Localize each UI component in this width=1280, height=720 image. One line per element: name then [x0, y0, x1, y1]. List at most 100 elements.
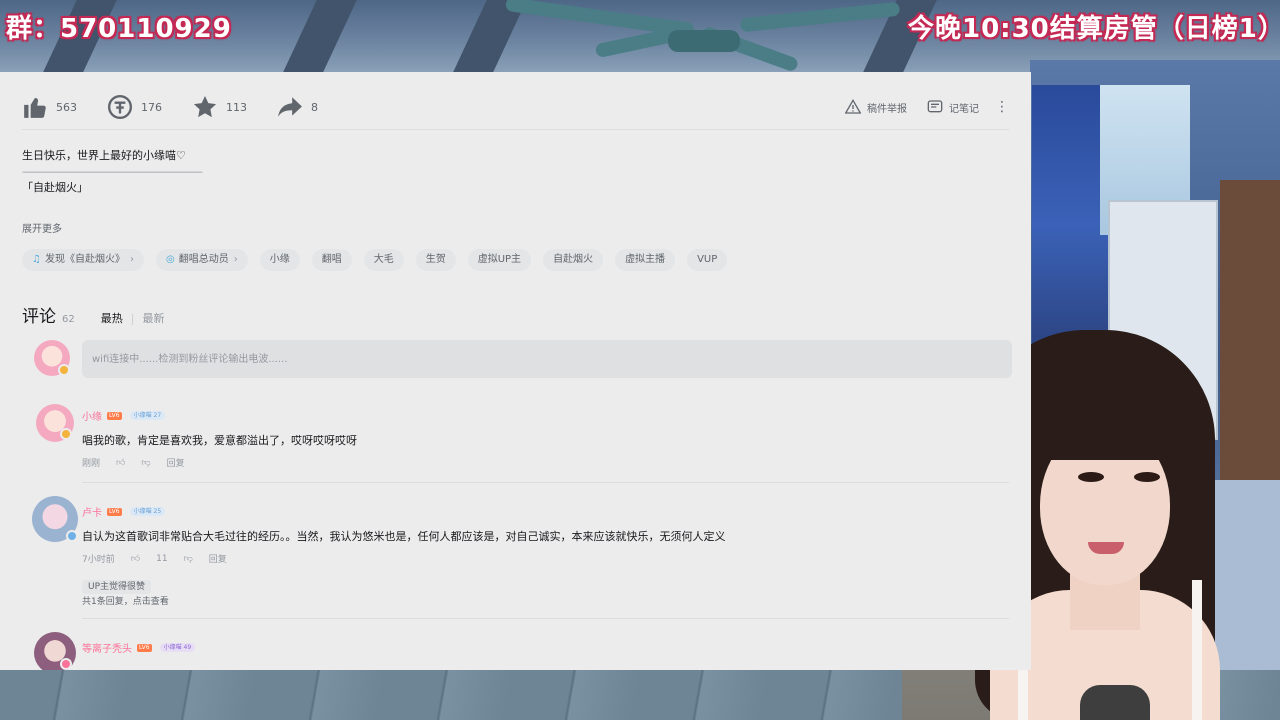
level-badge: LV6 — [107, 411, 122, 420]
comment-input[interactable] — [82, 340, 1012, 378]
thumbs-down-icon[interactable]: 👎︎ — [184, 554, 193, 564]
share-arrow-icon — [278, 97, 302, 117]
streamer-eye — [1078, 472, 1104, 482]
comment-sort: 最热 | 最新 — [101, 310, 165, 326]
chevron-right-icon: › — [129, 254, 134, 265]
commenter-name[interactable]: 等离子秃头 — [82, 640, 132, 655]
video-page-panel: 563 176 113 8 稿件举报 记笔记 ⋮ 生日快乐，世界上最好的小缘喵♡… — [0, 72, 1031, 670]
video-action-bar: 563 176 113 8 稿件举报 记笔记 ⋮ — [22, 94, 1009, 120]
reply-button[interactable]: 回复 — [209, 552, 227, 565]
group-number-overlay: 群：570110929 — [6, 14, 232, 44]
tag[interactable]: 虚拟UP主 — [467, 249, 532, 271]
up-liked-badge: UP主觉得很赞 — [82, 580, 152, 594]
comment-text: 唱我的歌，肯定是喜欢我，爱意都溢出了，哎呀哎呀哎呀 — [82, 434, 357, 447]
thumbs-up-icon[interactable]: 👍︎ — [116, 458, 125, 468]
coin-count: 176 — [141, 100, 162, 114]
notes-button[interactable]: 记笔记 — [927, 99, 979, 115]
notes-label: 记笔记 — [949, 103, 979, 115]
fan-medal: 小缘喵 25 — [129, 507, 166, 516]
commenter-name[interactable]: 卢卡 — [82, 504, 102, 519]
thumbs-up-icon[interactable]: 👍︎ — [131, 554, 140, 564]
ceiling-fan-blade — [739, 1, 901, 33]
tag[interactable]: 自赴烟火 — [543, 249, 604, 271]
action-bar-right: 稿件举报 记笔记 ⋮ — [825, 99, 1009, 115]
comment-header: 小缘 LV6 小缘喵 27 — [82, 408, 166, 423]
commenter-name[interactable]: 小缘 — [82, 408, 102, 423]
comment-time: 7小时前 — [82, 555, 115, 565]
tag[interactable]: 虚拟主播 — [615, 249, 676, 271]
streamer-eye — [1134, 472, 1160, 482]
topic-icon: ◎ — [165, 254, 175, 265]
ceiling-fan-hub — [668, 30, 740, 52]
expand-more-link[interactable]: 展开更多 — [22, 220, 62, 235]
ceiling-beam — [283, 0, 357, 72]
share-count: 8 — [311, 100, 318, 114]
like-button[interactable]: 563 — [22, 94, 77, 120]
favorite-count: 113 — [226, 100, 247, 114]
fan-medal: 小缘喵 49 — [159, 643, 196, 652]
comment-like-count: 11 — [156, 553, 168, 564]
comment-divider — [82, 618, 1009, 619]
tag-label: 虚拟主播 — [625, 254, 666, 265]
tag-list: ♫ 发现《自赴烟火》 › ◎ 翻唱总动员 › 小缘 翻唱 大毛 生贺 虚拟UP主… — [22, 249, 739, 271]
comments-title: 评论 — [22, 307, 56, 327]
star-icon — [193, 95, 217, 118]
vip-badge-icon — [60, 428, 72, 440]
action-divider — [22, 129, 1009, 130]
comment-meta: 刚刚 👍︎ 👎︎ 回复 — [82, 456, 201, 470]
sort-hot-tab[interactable]: 最热 — [101, 312, 123, 325]
tag[interactable]: 生贺 — [415, 249, 456, 271]
sort-new-tab[interactable]: 最新 — [142, 312, 164, 325]
reply-button[interactable]: 回复 — [167, 456, 185, 469]
microphone — [1080, 685, 1150, 720]
note-icon — [927, 100, 943, 113]
more-options-icon[interactable]: ⋮ — [995, 99, 1009, 115]
announcement-overlay: 今晚10:30结算房管（日榜1） — [908, 14, 1280, 44]
coin-button[interactable]: 176 — [107, 94, 162, 120]
vip-badge-icon — [58, 364, 70, 376]
comment-header: 卢卡 LV6 小缘喵 25 — [82, 504, 166, 519]
top-strap — [1192, 580, 1202, 720]
share-button[interactable]: 8 — [277, 94, 318, 120]
fan-medal: 小缘喵 27 — [129, 411, 166, 420]
comment-text: 自认为这首歌词非常贴合大毛过往的经历。。当然，我认为悠米也是，任何人都应该是，对… — [82, 530, 726, 543]
streamer-bangs — [1020, 370, 1180, 460]
coin-icon — [107, 94, 133, 120]
report-button[interactable]: 稿件举报 — [845, 99, 907, 115]
tag-label: 翻唱 — [321, 254, 342, 265]
tag-label: 翻唱总动员 — [178, 254, 229, 265]
music-note-icon: ♫ — [32, 254, 41, 265]
favorite-button[interactable]: 113 — [192, 94, 247, 120]
tag-label: 生贺 — [425, 254, 446, 265]
tag[interactable]: 大毛 — [363, 249, 404, 271]
description-separator: —————————————————— — [22, 165, 203, 178]
thumbs-down-icon[interactable]: 👎︎ — [141, 458, 150, 468]
thumbs-up-icon — [24, 97, 46, 118]
report-label: 稿件举报 — [867, 103, 907, 115]
level-badge: LV6 — [107, 507, 122, 516]
view-replies-link[interactable]: 共1条回复，点击查看 — [82, 594, 169, 607]
tag-label: 大毛 — [373, 254, 394, 265]
warning-icon — [845, 99, 861, 114]
tag-music[interactable]: ♫ 发现《自赴烟火》 › — [22, 249, 144, 271]
level-badge: LV6 — [137, 643, 152, 652]
verified-badge-icon — [66, 530, 78, 542]
tag[interactable]: 翻唱 — [311, 249, 352, 271]
up-liked-wrap: UP主觉得很赞 — [82, 574, 152, 594]
comments-count: 62 — [62, 314, 75, 325]
comment-meta: 7小时前 👍︎ 11 👎︎ 回复 — [82, 552, 243, 566]
tag[interactable]: VUP — [687, 249, 728, 271]
tag[interactable]: 小缘 — [259, 249, 300, 271]
like-count: 563 — [56, 100, 77, 114]
sort-separator: | — [130, 312, 135, 325]
tag-label: VUP — [697, 254, 718, 265]
tag-label: 小缘 — [269, 254, 290, 265]
description-line: 生日快乐，世界上最好的小缘喵♡ — [22, 149, 186, 162]
comment-header: 等离子秃头 LV6 小缘喵 49 — [82, 640, 196, 655]
video-description: 生日快乐，世界上最好的小缘喵♡ —————————————————— 「自赴烟火… — [22, 146, 203, 198]
tag-label: 自赴烟火 — [553, 254, 594, 265]
tag-label: 虚拟UP主 — [477, 254, 522, 265]
tag-topic[interactable]: ◎ 翻唱总动员 › — [155, 249, 248, 271]
tag-label: 发现《自赴烟火》 — [44, 254, 125, 265]
vip-badge-icon — [60, 658, 72, 670]
